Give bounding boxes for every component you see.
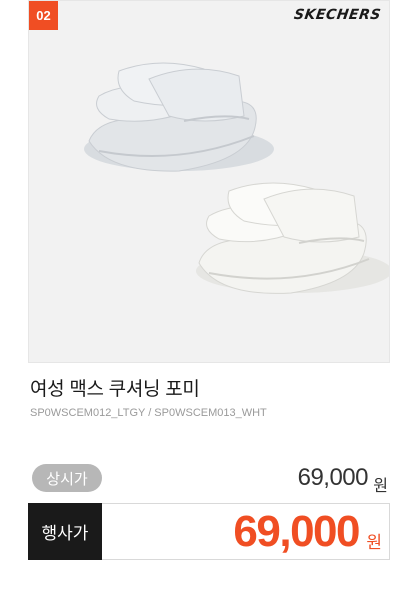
normal-price-unit: 원 (373, 478, 388, 495)
rank-badge: 02 (29, 1, 58, 30)
normal-price-row: 상시가 69,000 원 (28, 462, 390, 496)
product-code: SP0WSCEM012_LTGY / SP0WSCEM013_WHT (30, 407, 267, 419)
brand-logo: SKECHERS (292, 7, 383, 23)
event-price-unit: 원 (366, 533, 382, 552)
product-image-panel[interactable]: 02 SKECHERS (28, 0, 390, 363)
event-price-label: 행사가 (28, 503, 102, 560)
sandal-pair-image (84, 62, 389, 294)
normal-price-value: 69,000 (297, 464, 369, 491)
product-name[interactable]: 여성 맥스 쿠셔닝 포미 (30, 374, 200, 401)
normal-price-label: 상시가 (32, 464, 102, 492)
white-sandal-illustration (196, 182, 389, 294)
event-price-value: 69,000 (233, 507, 360, 556)
event-price-row: 행사가 69,000 원 (28, 503, 390, 560)
product-card[interactable]: 02 SKECHERS 여성 맥스 쿠셔닝 포미 SP0WSCEM012_LTG… (0, 0, 400, 600)
grey-sandal-illustration (84, 62, 274, 172)
